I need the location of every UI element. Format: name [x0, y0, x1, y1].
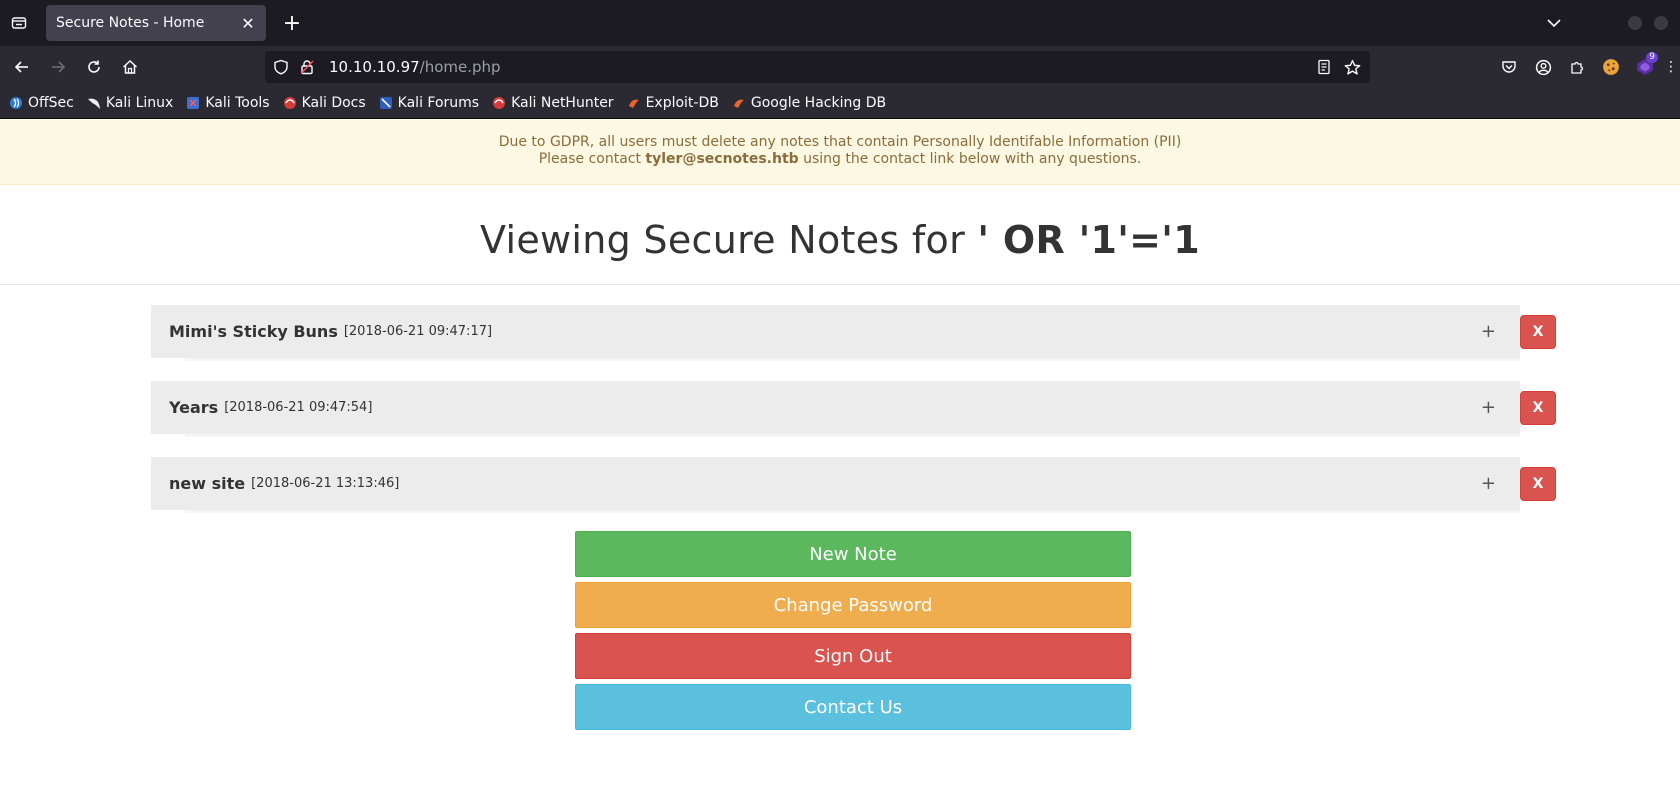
page-header: Viewing Secure Notes for ' OR '1'='1: [0, 185, 1680, 285]
note-divider: [185, 358, 1520, 361]
minimize-window-icon[interactable]: [1628, 16, 1642, 30]
chevron-down-icon[interactable]: [1536, 5, 1572, 41]
bookmark-kali-linux[interactable]: Kali Linux: [86, 95, 173, 111]
contact-us-button[interactable]: Contact Us: [575, 684, 1131, 730]
note-title: new site: [169, 474, 246, 493]
browser-tab-bar: Secure Notes - Home ✕ +: [0, 0, 1680, 46]
note-divider: [185, 434, 1520, 437]
insecure-lock-icon[interactable]: [299, 59, 319, 75]
browser-nav-bar: 10.10.10.97/home.php 9 ⋮: [0, 46, 1680, 88]
pocket-icon[interactable]: [1492, 51, 1526, 83]
change-password-button[interactable]: Change Password: [575, 582, 1131, 628]
shield-icon[interactable]: [273, 59, 293, 75]
ghdb-icon: [731, 95, 747, 111]
kali-forums-icon: [378, 95, 394, 111]
bookmark-exploit-db[interactable]: Exploit-DB: [626, 95, 719, 111]
note-item[interactable]: new site [2018-06-21 13:13:46] +: [151, 457, 1520, 510]
bookmark-kali-nethunter[interactable]: Kali NetHunter: [491, 95, 614, 111]
note-item[interactable]: Mimi's Sticky Buns [2018-06-21 09:47:17]…: [151, 305, 1520, 358]
extension-badge-icon[interactable]: 9: [1628, 51, 1662, 83]
note-item[interactable]: Years [2018-06-21 09:47:54] +: [151, 381, 1520, 434]
kali-tools-icon: [185, 95, 201, 111]
close-window-icon[interactable]: [1654, 16, 1668, 30]
kali-dragon-icon: [86, 95, 102, 111]
bookmark-kali-tools[interactable]: Kali Tools: [185, 95, 270, 111]
reload-icon[interactable]: [76, 51, 112, 83]
home-icon[interactable]: [112, 51, 148, 83]
url-bar[interactable]: 10.10.10.97/home.php: [265, 51, 1370, 83]
tab-close-icon[interactable]: ✕: [238, 14, 258, 33]
bookmark-star-icon[interactable]: [1344, 59, 1370, 76]
bookmark-offsec[interactable]: OffSec: [8, 95, 74, 111]
tab-list-icon[interactable]: [1, 5, 37, 41]
note-divider: [185, 510, 1520, 513]
delete-note-button[interactable]: X: [1520, 467, 1556, 501]
expand-plus-icon[interactable]: +: [1481, 321, 1496, 342]
offsec-icon: [8, 95, 24, 111]
note-title: Years: [169, 398, 219, 417]
notes-list: Mimi's Sticky Buns [2018-06-21 09:47:17]…: [0, 285, 1680, 515]
kali-nethunter-icon: [491, 95, 507, 111]
exploit-db-icon: [626, 95, 642, 111]
delete-note-button[interactable]: X: [1520, 391, 1556, 425]
back-arrow-icon[interactable]: [4, 51, 40, 83]
note-date: [2018-06-21 09:47:17]: [343, 324, 493, 339]
sign-out-button[interactable]: Sign Out: [575, 633, 1131, 679]
gdpr-line-2: Please contact tyler@secnotes.htb using …: [538, 151, 1142, 167]
account-icon[interactable]: [1526, 51, 1560, 83]
cookie-extension-icon[interactable]: [1594, 51, 1628, 83]
expand-plus-icon[interactable]: +: [1481, 473, 1496, 494]
note-title: Mimi's Sticky Buns: [169, 322, 338, 341]
delete-note-button[interactable]: X: [1520, 315, 1556, 349]
bookmarks-toolbar: OffSec Kali Linux Kali Tools Kali Docs K…: [0, 88, 1680, 119]
bookmark-kali-forums[interactable]: Kali Forums: [378, 95, 479, 111]
extensions-puzzle-icon[interactable]: [1560, 51, 1594, 83]
browser-tab-active[interactable]: Secure Notes - Home ✕: [46, 5, 266, 41]
kali-docs-icon: [282, 95, 298, 111]
bookmark-google-hacking-db[interactable]: Google Hacking DB: [731, 95, 886, 111]
new-note-button[interactable]: New Note: [575, 531, 1131, 577]
bookmark-kali-docs[interactable]: Kali Docs: [282, 95, 366, 111]
tab-title: Secure Notes - Home: [56, 15, 205, 31]
action-buttons: New Note Change Password Sign Out Contac…: [575, 531, 1131, 735]
overflow-menu-icon[interactable]: ⋮: [1662, 51, 1680, 83]
new-tab-icon[interactable]: +: [274, 5, 310, 41]
gdpr-warning-banner: Due to GDPR, all users must delete any n…: [0, 119, 1680, 185]
url-text[interactable]: 10.10.10.97/home.php: [329, 58, 501, 76]
reader-view-icon[interactable]: [1316, 59, 1344, 75]
contact-email: tyler@secnotes.htb: [645, 151, 799, 167]
page-title: Viewing Secure Notes for ' OR '1'='1: [480, 217, 1200, 262]
forward-arrow-icon[interactable]: [40, 51, 76, 83]
note-date: [2018-06-21 09:47:54]: [224, 400, 373, 415]
username: ' OR '1'='1: [977, 217, 1200, 262]
expand-plus-icon[interactable]: +: [1481, 397, 1496, 418]
gdpr-line-1: Due to GDPR, all users must delete any n…: [498, 134, 1182, 150]
extension-badge-count: 9: [1646, 52, 1658, 63]
note-date: [2018-06-21 13:13:46]: [251, 476, 400, 491]
